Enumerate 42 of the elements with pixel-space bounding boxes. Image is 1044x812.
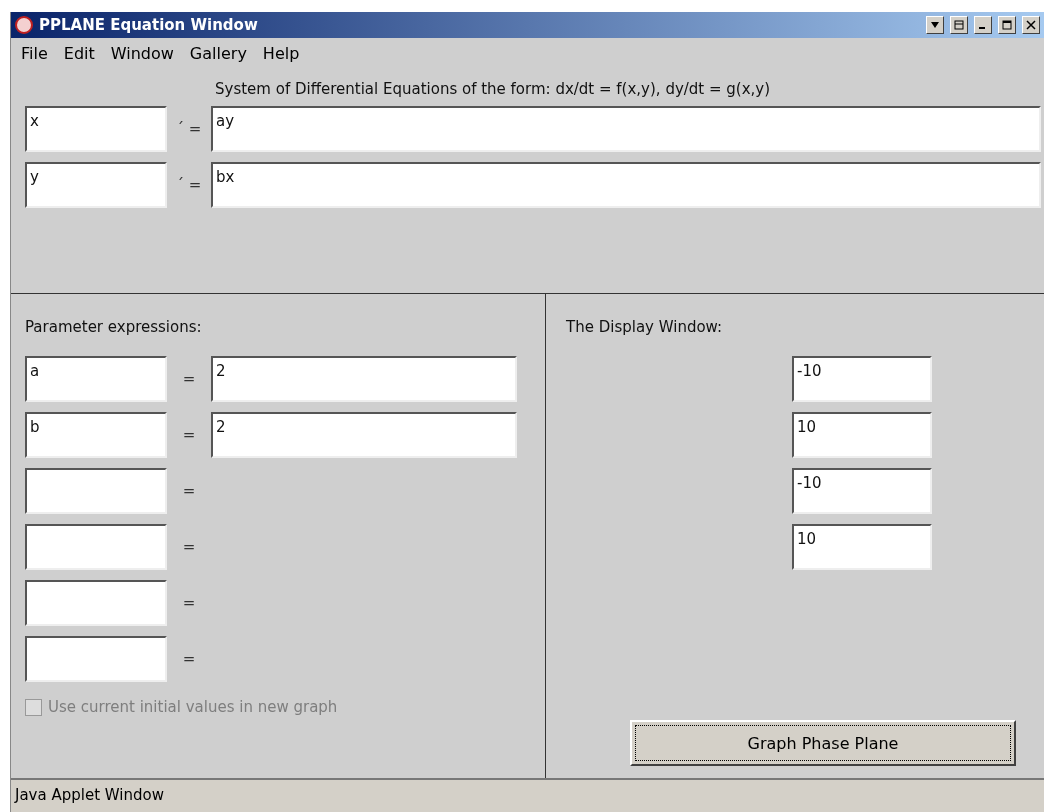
parameter-name-field[interactable] [25, 468, 167, 514]
minimize-icon[interactable] [974, 16, 992, 34]
variable-field[interactable]: x [25, 106, 167, 152]
equals-sign: ´ = [175, 176, 203, 194]
window-title: PPLANE Equation Window [39, 16, 259, 34]
bound-field[interactable]: 10 [792, 524, 932, 570]
parameter-name-field[interactable] [25, 524, 167, 570]
parameter-name-field[interactable]: a [25, 356, 167, 402]
parameter-value-field[interactable]: 2 [211, 412, 517, 458]
equation-field[interactable]: ay [211, 106, 1041, 152]
equals-sign: = [181, 482, 197, 500]
variable-field[interactable]: y [25, 162, 167, 208]
restore-icon[interactable] [950, 16, 968, 34]
bound-field[interactable]: -10 [792, 356, 932, 402]
parameter-name-field[interactable] [25, 580, 167, 626]
parameter-value-field[interactable]: 2 [211, 356, 517, 402]
menu-item[interactable]: File [21, 44, 48, 72]
close-icon[interactable] [1022, 16, 1040, 34]
display-heading: The Display Window: [566, 318, 724, 336]
menu-item[interactable]: Window [110, 44, 174, 72]
parameter-name-field[interactable]: b [25, 412, 167, 458]
bound-field[interactable]: -10 [792, 468, 932, 514]
menu-item[interactable]: Help [262, 44, 300, 72]
equals-sign: = [181, 370, 197, 388]
menu-item[interactable]: Edit [63, 44, 95, 72]
bound-field[interactable]: 10 [792, 412, 932, 458]
equals-sign: = [181, 594, 197, 612]
maximize-icon[interactable] [998, 16, 1016, 34]
menu-item[interactable]: Gallery [189, 44, 247, 72]
equation-field[interactable]: bx [211, 162, 1041, 208]
equals-sign: ´ = [175, 120, 203, 138]
dropdown-icon[interactable] [926, 16, 944, 34]
parameter-name-field[interactable] [25, 636, 167, 682]
checkbox-label: Use current initial values in new graph [48, 698, 338, 716]
graph-button[interactable]: Graph Phase Plane [630, 720, 1016, 766]
equations-heading: System of Differential Equations of the form: dx/dt = f(x,y), dy/dt = g(x,y) [215, 80, 772, 98]
status-bar: Java Applet Window [11, 778, 1044, 812]
parameters-heading: Parameter expressions: [25, 318, 203, 336]
app-icon [15, 16, 33, 34]
equals-sign: = [181, 538, 197, 556]
equals-sign: = [181, 650, 197, 668]
equals-sign: = [181, 426, 197, 444]
